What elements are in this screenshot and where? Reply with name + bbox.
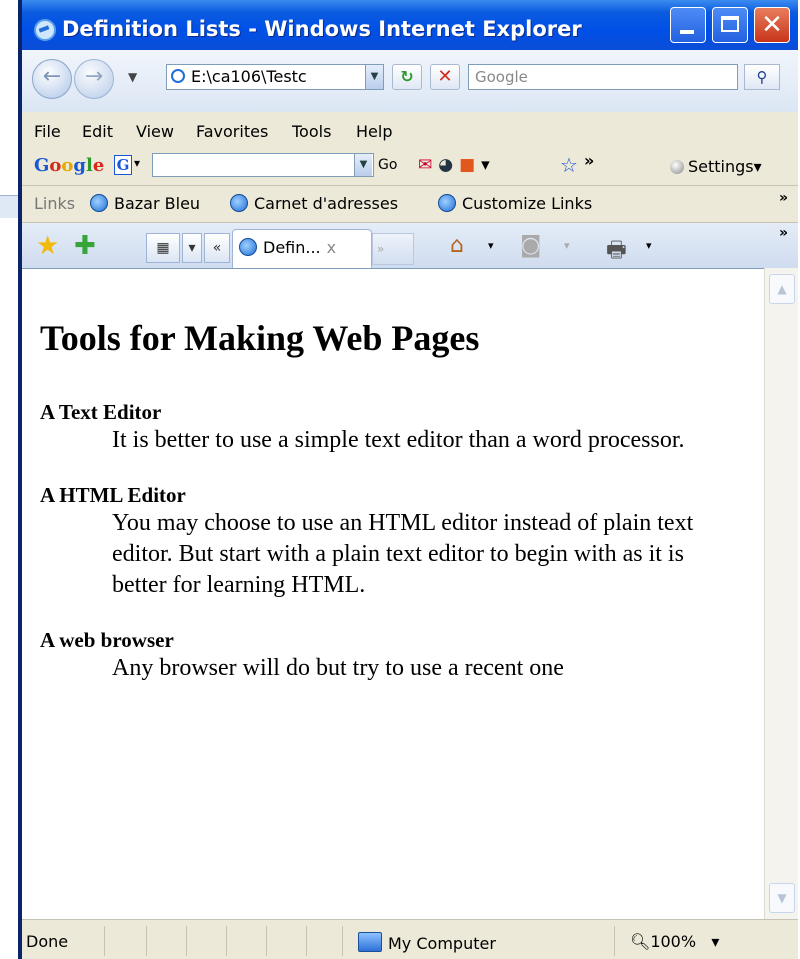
more-tools-chevron[interactable]: »: [584, 151, 594, 170]
menu-favorites[interactable]: Favorites: [196, 122, 268, 141]
recent-pages-dropdown[interactable]: ▼: [128, 70, 137, 84]
print-icon[interactable]: 🖶: [606, 233, 627, 271]
quick-tabs-button[interactable]: ▦: [146, 233, 180, 263]
google-toolbar: Google G ▾ ▼ Go ✉◕■▾ ☆ » Settings▾: [22, 147, 798, 183]
menu-tools[interactable]: Tools: [292, 122, 331, 141]
menu-view[interactable]: View: [136, 122, 174, 141]
toolbar-chevron[interactable]: »: [779, 225, 788, 241]
google-search-input[interactable]: [152, 153, 374, 177]
favorites-center-icon[interactable]: ★: [36, 231, 59, 261]
google-logo[interactable]: Google: [34, 155, 104, 176]
document: Tools for Making Web Pages A Text Editor…: [40, 269, 740, 710]
page-title: Tools for Making Web Pages: [40, 318, 480, 358]
search-placeholder: Google: [475, 68, 528, 86]
forward-arrow-icon: →: [84, 64, 104, 89]
link-bazar-bleu[interactable]: Bazar Bleu: [90, 194, 200, 213]
ie-tab-icon: [239, 238, 257, 256]
zoom-level[interactable]: 🔍︎100% ▾: [630, 932, 719, 951]
browser-window: Definition Lists - Windows Internet Expl…: [18, 0, 798, 959]
stop-icon: ✕: [437, 66, 453, 87]
home-dropdown[interactable]: ▾: [488, 239, 494, 252]
title-bar[interactable]: Definition Lists - Windows Internet Expl…: [22, 0, 798, 50]
feeds-dropdown[interactable]: ▾: [564, 239, 570, 252]
google-menu-button[interactable]: G: [114, 155, 132, 175]
ie-app-icon: [34, 19, 56, 41]
settings-button[interactable]: Settings▾: [670, 157, 762, 176]
google-menu-dropdown[interactable]: ▾: [134, 156, 140, 170]
links-label: Links: [34, 194, 76, 213]
settings-label: Settings▾: [688, 157, 762, 176]
status-bar: Done My Computer 🔍︎100% ▾: [22, 919, 798, 959]
minimize-button[interactable]: [670, 7, 706, 43]
definition-term: A HTML Editor: [40, 483, 186, 507]
google-go-button[interactable]: Go: [378, 157, 397, 173]
menu-edit[interactable]: Edit: [82, 122, 113, 141]
window-title: Definition Lists - Windows Internet Expl…: [62, 17, 582, 41]
print-dropdown[interactable]: ▾: [646, 239, 652, 252]
highlight-icon[interactable]: ■: [459, 155, 481, 175]
links-chevron[interactable]: »: [779, 190, 788, 206]
bookmark-icon[interactable]: ✉: [418, 155, 438, 175]
google-search-dropdown[interactable]: ▼: [354, 154, 372, 176]
definition-description: It is better to use a simple text editor…: [112, 427, 685, 453]
menu-help[interactable]: Help: [356, 122, 392, 141]
link-carnet-adresses[interactable]: Carnet d'adresses: [230, 194, 398, 213]
close-button[interactable]: ✕: [754, 7, 790, 43]
stop-button[interactable]: ✕: [430, 64, 460, 90]
home-icon[interactable]: ⌂: [450, 233, 464, 258]
scroll-down-button[interactable]: ▼: [769, 883, 795, 913]
address-text: E:\ca106\Testc: [191, 67, 307, 86]
link-customize-links[interactable]: Customize Links: [438, 194, 592, 213]
new-tab-button[interactable]: »: [372, 233, 414, 265]
search-input[interactable]: Google: [468, 64, 738, 90]
definition-term: A web browser: [40, 628, 174, 652]
scroll-tabs-left[interactable]: «: [204, 233, 230, 263]
definition-description: You may choose to use an HTML editor ins…: [112, 510, 694, 598]
tab-list-dropdown[interactable]: ▾: [182, 233, 202, 263]
search-button[interactable]: ⚲: [744, 64, 780, 90]
maximize-button[interactable]: [712, 7, 748, 43]
ie-link-icon: [90, 194, 108, 212]
security-zone[interactable]: My Computer: [358, 932, 496, 953]
status-text: Done: [26, 932, 69, 951]
vertical-scrollbar[interactable]: ▲ ▼: [764, 268, 798, 919]
links-bar: Links Bazar Bleu Carnet d'adresses Custo…: [22, 185, 798, 222]
add-favorites-icon[interactable]: ✚: [74, 231, 96, 261]
globe-icon[interactable]: ◕: [438, 155, 459, 175]
ie-page-icon: [171, 69, 185, 83]
page-content: Tools for Making Web Pages A Text Editor…: [22, 268, 764, 920]
close-icon: ✕: [761, 10, 783, 40]
refresh-button[interactable]: ↻: [392, 64, 422, 90]
scroll-up-button[interactable]: ▲: [769, 274, 795, 304]
feeds-icon[interactable]: ◙: [520, 233, 541, 258]
settings-icon: [670, 160, 684, 174]
zoom-icon: 🔍︎: [630, 932, 651, 951]
back-button[interactable]: ←: [32, 59, 72, 99]
my-computer-icon: [358, 932, 382, 952]
refresh-icon: ↻: [400, 67, 414, 86]
menu-file[interactable]: File: [34, 122, 61, 141]
back-arrow-icon: ←: [42, 64, 62, 89]
definition-term: A Text Editor: [40, 400, 162, 424]
quick-tabs-icon: ▦: [156, 240, 170, 256]
ie-link-icon: [230, 194, 248, 212]
tab-close-button[interactable]: x: [327, 238, 336, 257]
address-bar[interactable]: E:\ca106\Testc: [166, 64, 384, 90]
address-dropdown-button[interactable]: ▼: [365, 65, 383, 89]
star-icon[interactable]: ☆: [560, 153, 578, 177]
forward-button[interactable]: →: [74, 59, 114, 99]
google-toolbar-icons[interactable]: ✉◕■▾: [418, 155, 496, 175]
tab-bar: ★ ✚ ▦ ▾ « Defin... x » ⌂ ▾ ◙ ▾ 🖶 ▾ »: [22, 222, 798, 270]
definition-description: Any browser will do but try to use a rec…: [112, 655, 564, 681]
menu-bar: File Edit View Favorites Tools Help: [22, 115, 798, 147]
search-icon: ⚲: [756, 68, 768, 86]
definition-list: A Text Editor It is better to use a simp…: [40, 399, 740, 684]
ie-link-icon: [438, 194, 456, 212]
navigation-bar: ← → ▼ E:\ca106\Testc ▼ ↻ ✕ Google ⚲: [22, 50, 798, 112]
tab-definition-lists[interactable]: Defin... x: [232, 229, 372, 269]
